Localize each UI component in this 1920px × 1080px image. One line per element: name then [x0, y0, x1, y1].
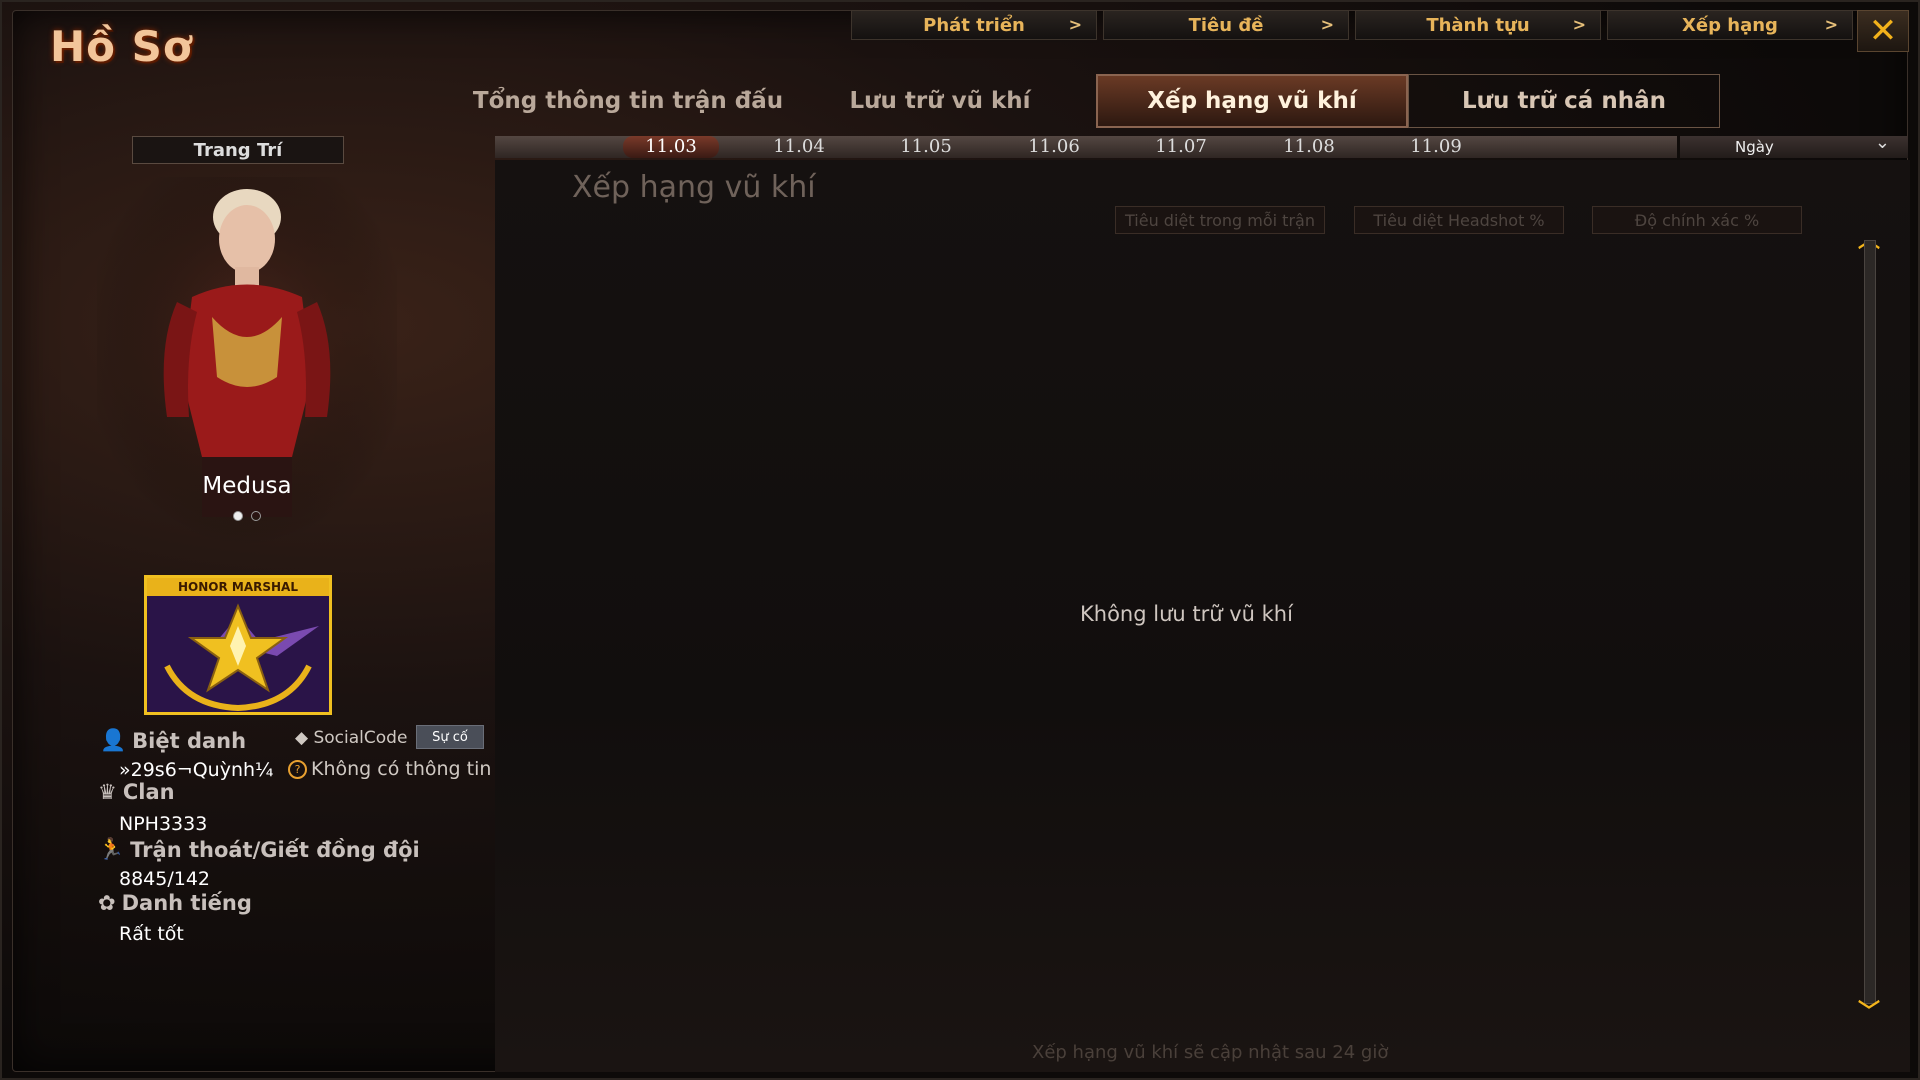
escape-label: 🏃 Trận thoát/Giết đồng đội	[98, 837, 420, 862]
clan-value: NPH3333	[119, 813, 208, 835]
nickname-value: »29s6¬Quỳnh¼	[119, 759, 274, 781]
chevron-right-icon: >	[1824, 15, 1838, 34]
clan-label: ♛ Clan	[98, 780, 175, 804]
carousel-dot[interactable]	[233, 511, 243, 521]
chevron-down-icon: ⌄	[1874, 132, 1890, 153]
social-code-label-text: SocialCode	[313, 728, 408, 748]
report-button[interactable]: Sự cố	[416, 725, 484, 749]
period-select[interactable]: Ngày ⌄	[1680, 132, 1908, 158]
rank-badge: HONOR MARSHAL	[144, 575, 332, 715]
close-icon: ✕	[1868, 11, 1898, 51]
panel-heading: Xếp hạng vũ khí	[572, 170, 816, 205]
column-headshot-percent[interactable]: Tiêu diệt Headshot %	[1354, 206, 1564, 234]
escape-label-text: Trận thoát/Giết đồng đội	[130, 837, 420, 862]
scrollbar[interactable]	[1864, 240, 1876, 1004]
chevron-right-icon: >	[1068, 15, 1082, 34]
character-name: Medusa	[202, 473, 292, 499]
date-item[interactable]: 11.07	[1133, 136, 1229, 158]
chevron-right-icon: >	[1320, 15, 1334, 34]
nav-titles[interactable]: Tiêu đề >	[1103, 10, 1349, 40]
date-item[interactable]: 11.09	[1388, 136, 1484, 158]
column-kills-per-match[interactable]: Tiêu diệt trong mỗi trận	[1115, 206, 1325, 234]
tab-match-summary[interactable]: Tổng thông tin trận đấu	[472, 74, 784, 128]
nickname-label: 👤 Biệt danh	[100, 728, 246, 753]
clan-icon: ♛	[98, 780, 117, 804]
nav-titles-label: Tiêu đề	[1188, 14, 1264, 36]
window-title: Hồ Sơ	[50, 22, 193, 71]
chevron-right-icon: >	[1572, 15, 1586, 34]
scroll-down-icon[interactable]: ﹀	[1858, 994, 1880, 1026]
user-icon: 👤	[100, 728, 127, 752]
flower-icon: ✿	[98, 891, 116, 915]
tab-personal-archive[interactable]: Lưu trữ cá nhân	[1408, 74, 1720, 128]
tag-icon: ◆	[295, 728, 309, 748]
reputation-value: Rất tốt	[119, 923, 184, 945]
nav-development[interactable]: Phát triển >	[851, 10, 1097, 40]
tab-weapon-archive[interactable]: Lưu trữ vũ khí	[784, 74, 1096, 128]
date-bar: 11.03 11.04 11.05 11.06 11.07 11.08 11.0…	[495, 136, 1677, 158]
reputation-label: ✿ Danh tiếng	[98, 891, 252, 915]
close-button[interactable]: ✕	[1857, 10, 1909, 52]
date-item[interactable]: 11.05	[878, 136, 974, 158]
nav-development-label: Phát triển	[923, 14, 1025, 36]
nav-achievements-label: Thành tựu	[1426, 14, 1530, 36]
star-emblem-icon	[157, 603, 319, 712]
decor-button[interactable]: Trang Trí	[132, 136, 344, 164]
nav-achievements[interactable]: Thành tựu >	[1355, 10, 1601, 40]
nav-ranking[interactable]: Xếp hạng >	[1607, 10, 1853, 40]
carousel-dots	[233, 511, 261, 521]
escape-value: 8845/142	[119, 868, 211, 890]
carousel-dot[interactable]	[251, 511, 261, 521]
footer-note: Xếp hạng vũ khí sẽ cập nhật sau 24 giờ	[1032, 1042, 1389, 1063]
column-accuracy-percent[interactable]: Độ chính xác %	[1592, 206, 1802, 234]
social-code-label: ◆ SocialCode	[295, 728, 407, 748]
reputation-label-text: Danh tiếng	[121, 891, 252, 915]
running-icon: 🏃	[98, 837, 125, 861]
period-select-value: Ngày	[1735, 138, 1774, 156]
social-code-value-text: Không có thông tin	[311, 758, 492, 780]
clan-label-text: Clan	[122, 780, 175, 804]
tab-weapon-ranking[interactable]: Xếp hạng vũ khí	[1096, 74, 1408, 128]
date-item[interactable]: 11.04	[751, 136, 847, 158]
date-item[interactable]: 11.06	[1006, 136, 1102, 158]
profile-window: Hồ Sơ Phát triển > Tiêu đề > Thành tựu >…	[0, 0, 1920, 1080]
nav-ranking-label: Xếp hạng	[1682, 14, 1778, 36]
date-item[interactable]: 11.08	[1261, 136, 1357, 158]
date-item[interactable]: 11.03	[623, 136, 719, 158]
character-portrait: Medusa	[97, 177, 397, 547]
nickname-label-text: Biệt danh	[132, 728, 247, 753]
question-icon: ?	[288, 760, 307, 779]
badge-label: HONOR MARSHAL	[147, 578, 329, 596]
top-nav: Phát triển > Tiêu đề > Thành tựu > Xếp h…	[851, 10, 1853, 40]
tab-bar: Tổng thông tin trận đấu Lưu trữ vũ khí X…	[472, 74, 1720, 128]
empty-message: Không lưu trữ vũ khí	[1080, 602, 1293, 626]
social-code-value: ? Không có thông tin	[288, 758, 498, 780]
